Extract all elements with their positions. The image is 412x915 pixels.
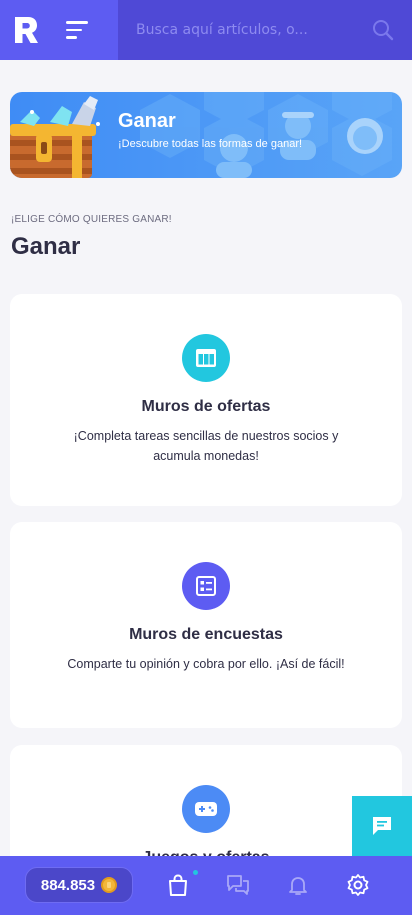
coin-icon <box>101 877 118 893</box>
bottom-nav: 884.853 <box>0 856 412 915</box>
card-title: Muros de ofertas <box>141 398 271 415</box>
coin-balance: 884.853 <box>40 876 96 894</box>
treasure-chest-icon <box>10 96 100 178</box>
card-description: ¡Completa tareas sencillas de nuestros s… <box>73 429 339 463</box>
offer-walls-card[interactable]: Muros de ofertas ¡Completa tareas sencil… <box>10 294 402 506</box>
search-bar <box>118 0 412 60</box>
notification-dot <box>193 870 198 875</box>
chat-icon <box>373 817 391 835</box>
page-title: Ganar <box>11 233 81 260</box>
bell-icon[interactable] <box>286 873 310 897</box>
logo-icon[interactable] <box>13 16 39 44</box>
gamepad-icon <box>182 785 230 833</box>
search-icon[interactable] <box>372 19 394 41</box>
support-chat-button[interactable] <box>352 796 412 856</box>
top-bar-brand-area <box>0 0 118 60</box>
card-title: Muros de encuestas <box>129 626 283 643</box>
shopping-bag-icon[interactable] <box>166 873 190 897</box>
earn-banner[interactable]: Ganar ¡Descubre todas las formas de gana… <box>10 92 402 178</box>
section-eyebrow: ¡ELIGE CÓMO QUIERES GANAR! <box>11 214 172 225</box>
table-icon <box>182 334 230 382</box>
banner-title: Ganar <box>118 110 176 132</box>
coin-balance-button[interactable]: 884.853 <box>25 867 133 903</box>
gear-icon[interactable] <box>346 873 370 897</box>
banner-subtitle: ¡Descubre todas las formas de ganar! <box>118 138 303 150</box>
survey-walls-card[interactable]: Muros de encuestas Comparte tu opinión y… <box>10 522 402 728</box>
menu-icon[interactable] <box>66 21 90 41</box>
search-input[interactable] <box>136 14 366 46</box>
survey-list-icon <box>182 562 230 610</box>
chat-bubbles-icon[interactable] <box>226 873 250 897</box>
top-bar <box>0 0 412 60</box>
card-description: Comparte tu opinión y cobra por ello. ¡A… <box>67 657 345 671</box>
